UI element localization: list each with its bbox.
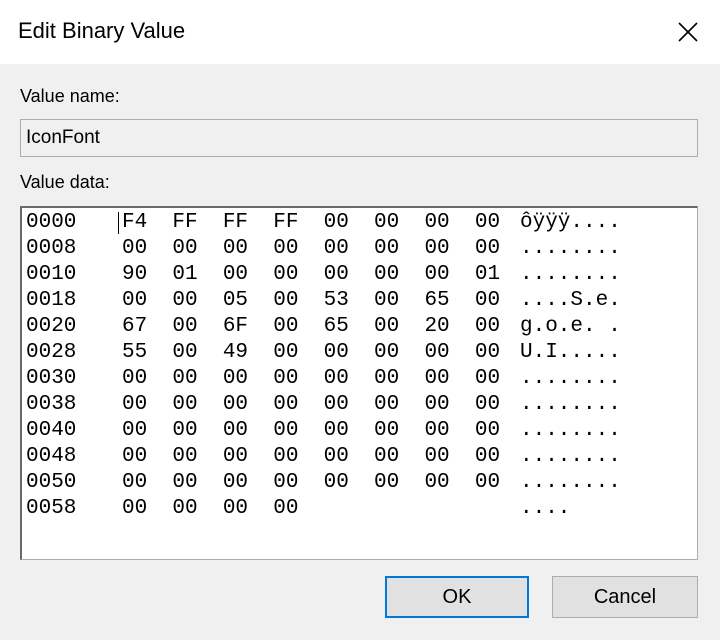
hex-bytes: 90 01 00 00 00 00 00 01 [122, 263, 501, 286]
hex-ascii: ........ [520, 445, 621, 468]
hex-bytes: 00 00 00 00 00 00 00 00 [122, 237, 501, 260]
hex-row: 0038 00 00 00 00 00 00 00 00........ [22, 392, 697, 418]
hex-ascii: ........ [520, 393, 621, 416]
hex-ascii: ........ [520, 471, 621, 494]
close-icon [678, 22, 698, 42]
hex-offset: 0010 [26, 263, 77, 286]
dialog-title: Edit Binary Value [18, 18, 186, 43]
hex-bytes: 00 00 00 00 00 00 00 00 [122, 393, 501, 416]
hex-bytes: 00 00 00 00 00 00 00 00 [122, 419, 501, 442]
hex-offset: 0050 [26, 471, 77, 494]
hex-offset: 0058 [26, 497, 77, 520]
hex-ascii: ........ [520, 367, 621, 390]
hex-ascii: U.I..... [520, 341, 621, 364]
hex-row: 0000 F4 FF FF FF 00 00 00 00 ôÿÿÿ.... [22, 210, 697, 236]
hex-row: 0028 55 00 49 00 00 00 00 00 U.I..... [22, 340, 697, 366]
hex-row: 0010 90 01 00 00 00 00 00 01........ [22, 262, 697, 288]
hex-bytes: F4 FF FF FF 00 00 00 00 [122, 211, 501, 234]
cancel-button[interactable]: Cancel [552, 576, 698, 618]
value-name-label: Value name: [20, 86, 120, 106]
ok-button[interactable]: OK [385, 576, 529, 618]
hex-bytes: 55 00 49 00 00 00 00 00 [122, 341, 501, 364]
value-data-hex-editor[interactable]: 0000 F4 FF FF FF 00 00 00 00 ôÿÿÿ.... 0008 0… [20, 206, 698, 560]
hex-bytes: 00 00 00 00 00 00 00 00 [122, 471, 501, 494]
hex-ascii: ........ [520, 237, 621, 260]
hex-row: 0040 00 00 00 00 00 00 00 00........ [22, 418, 697, 444]
hex-offset: 0008 [26, 237, 77, 260]
hex-ascii: ........ [520, 419, 621, 442]
hex-row: 0008 00 00 00 00 00 00 00 00........ [22, 236, 697, 262]
hex-bytes: 00 00 05 00 53 00 65 00 [122, 289, 501, 312]
hex-ascii: .... [520, 497, 571, 520]
close-button[interactable] [656, 0, 720, 64]
title-bar: Edit Binary Value [0, 0, 720, 64]
hex-offset: 0030 [26, 367, 77, 390]
hex-offset: 0048 [26, 445, 77, 468]
hex-ascii: g.o.e. . [520, 315, 621, 338]
hex-ascii: ....S.e. [520, 289, 621, 312]
hex-offset: 0028 [26, 341, 77, 364]
hex-ascii: ........ [520, 263, 621, 286]
hex-offset: 0038 [26, 393, 77, 416]
hex-bytes: 00 00 00 00 00 00 00 00 [122, 445, 501, 468]
hex-offset: 0000 [26, 211, 77, 234]
hex-row: 0018 00 00 05 00 53 00 65 00 ....S.e. [22, 288, 697, 314]
value-name-field: IconFont [20, 119, 698, 157]
hex-bytes: 00 00 00 00 [122, 497, 299, 520]
hex-offset: 0040 [26, 419, 77, 442]
hex-offset: 0020 [26, 315, 77, 338]
hex-row: 0048 00 00 00 00 00 00 00 00........ [22, 444, 697, 470]
hex-ascii: ôÿÿÿ.... [520, 211, 621, 234]
hex-row: 0030 00 00 00 00 00 00 00 00........ [22, 366, 697, 392]
hex-bytes: 67 00 6F 00 65 00 20 00 [122, 315, 501, 338]
hex-row: 0020 67 00 6F 00 65 00 20 00 g.o.e. . [22, 314, 697, 340]
hex-row: 0058 00 00 00 00.... [22, 496, 697, 522]
hex-offset: 0018 [26, 289, 77, 312]
hex-row: 0050 00 00 00 00 00 00 00 00........ [22, 470, 697, 496]
hex-bytes: 00 00 00 00 00 00 00 00 [122, 367, 501, 390]
value-data-label: Value data: [20, 172, 110, 192]
